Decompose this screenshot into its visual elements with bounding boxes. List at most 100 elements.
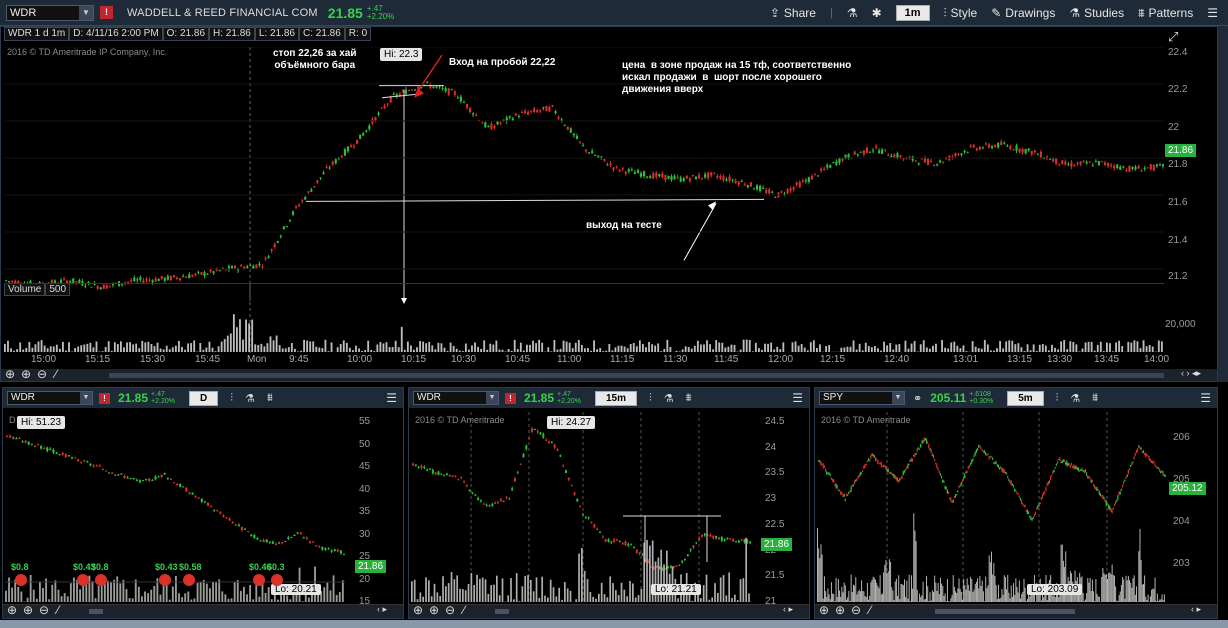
price-plot[interactable]	[4, 47, 1164, 301]
panel-symbol-input[interactable]: SPY ▼	[819, 391, 905, 405]
panel-scrollbar[interactable]	[495, 609, 509, 614]
flask-button[interactable]: ⚗	[847, 6, 858, 20]
volume-bar	[94, 598, 97, 602]
alert-icon[interactable]: !	[100, 6, 113, 19]
zoom-out-icon[interactable]: ⊖	[851, 603, 861, 617]
volume-bar	[156, 342, 159, 352]
scroll-arrows-icon[interactable]: ‹ ▸	[377, 604, 387, 615]
panel-aggregation-button[interactable]: D	[188, 390, 219, 406]
patterns-icon[interactable]: ⩩	[686, 392, 692, 405]
resize-icon[interactable]: ⤢	[1168, 29, 1178, 45]
volume-bar	[422, 596, 425, 602]
volume-bar	[35, 598, 38, 602]
zoom-in-icon[interactable]: ⊕	[23, 603, 33, 617]
panel-aggregation-button[interactable]: 5m	[1007, 390, 1044, 406]
main-scrollbar[interactable]	[109, 373, 1164, 378]
crosshair-icon[interactable]: ⊕	[7, 603, 17, 617]
zoom-out-icon[interactable]: ⊖	[39, 603, 49, 617]
menu-button[interactable]: ☰	[1207, 6, 1218, 20]
candle	[1009, 144, 1012, 151]
scroll-arrows-icon[interactable]: ‹ › ◂▸	[1181, 368, 1201, 379]
patterns-button[interactable]: ⩩ Patterns	[1138, 6, 1193, 21]
panel-symbol-input[interactable]: WDR ▼	[7, 391, 93, 405]
panel-low-marker: Lo: 21.21	[651, 584, 701, 595]
15m-chart-panel[interactable]: WDR ▼ ! 21.85 +.47 +2.20% 15m ⫶ ⚗ ⩩ ☰ 2016 ©…	[408, 387, 810, 619]
symbol-input[interactable]: WDR ▼	[6, 4, 94, 21]
event-icon[interactable]	[271, 574, 283, 586]
volume-bar	[654, 561, 657, 602]
style-icon[interactable]: ⫶	[1056, 392, 1059, 405]
event-icon[interactable]	[95, 574, 107, 586]
panel-plot[interactable]	[5, 412, 355, 602]
chevron-down-icon[interactable]: ▼	[486, 392, 498, 404]
style-icon[interactable]: ⫶	[230, 392, 233, 405]
volume-bar	[858, 343, 861, 352]
scroll-arrows-icon[interactable]: ‹ ▸	[1191, 604, 1201, 615]
volume-bar	[1117, 600, 1119, 602]
panel-alert-icon[interactable]: !	[505, 392, 516, 404]
candle	[719, 174, 722, 181]
pencil-icon[interactable]: ⁄	[57, 603, 59, 617]
studies-button[interactable]: ⚗ Studies	[1069, 6, 1124, 20]
volume-bar	[561, 599, 563, 602]
event-icon[interactable]	[15, 574, 27, 586]
aggregation-button[interactable]: 1m	[895, 5, 930, 21]
candle	[230, 264, 234, 269]
volume-bar	[578, 553, 580, 602]
volume-bar	[614, 347, 617, 352]
panel-menu-icon[interactable]: ☰	[1200, 391, 1211, 405]
crosshair-icon[interactable]: ⊕	[413, 603, 423, 617]
crosshair-icon[interactable]: ⊕	[5, 367, 15, 381]
panel-menu-icon[interactable]: ☰	[792, 391, 803, 405]
chevron-down-icon[interactable]: ▼	[892, 392, 904, 404]
event-icon[interactable]	[183, 574, 195, 586]
link-icon[interactable]: ⚭	[913, 392, 922, 405]
candle	[160, 275, 163, 280]
panel-alert-icon[interactable]: !	[99, 392, 110, 404]
panel-plot[interactable]	[817, 412, 1169, 602]
daily-chart-panel[interactable]: WDR▼ ! 21.85 +.47+2.20% D ⫶⚗⩩ ☰ D Amerit…	[2, 387, 404, 619]
zoom-in-icon[interactable]: ⊕	[835, 603, 845, 617]
pencil-icon[interactable]: ⁄	[869, 603, 871, 617]
candle	[652, 171, 655, 179]
flask-icon[interactable]: ⚗	[245, 392, 255, 405]
zoom-out-icon[interactable]: ⊖	[37, 367, 47, 381]
volume-bar	[1103, 573, 1105, 602]
panel-scrollbar[interactable]	[935, 609, 1075, 614]
event-icon[interactable]	[159, 574, 171, 586]
flask-icon[interactable]: ⚗	[1070, 392, 1080, 405]
panel-menu-icon[interactable]: ☰	[386, 391, 397, 405]
volume-bar	[128, 598, 131, 602]
scroll-arrows-icon[interactable]: ‹ ▸	[783, 604, 793, 615]
style-button[interactable]: ⫶ Style	[944, 6, 978, 21]
symbol-dropdown-icon[interactable]: ▼	[79, 5, 93, 20]
style-icon[interactable]: ⫶	[649, 392, 652, 405]
panel-plot[interactable]	[411, 412, 761, 602]
settings-button[interactable]: ✱	[872, 6, 882, 20]
patterns-icon[interactable]: ⩩	[267, 392, 273, 405]
patterns-icon[interactable]: ⩩	[1092, 392, 1098, 405]
panel-aggregation-button[interactable]: 15m	[594, 390, 637, 406]
chevron-down-icon[interactable]: ▼	[80, 392, 92, 404]
flask-icon[interactable]: ⚗	[664, 392, 674, 405]
main-chart[interactable]: WDR 1 d 1m D: 4/11/16 2:00 PM O: 21.86 H…	[0, 26, 1218, 382]
panel-scrollbar[interactable]	[89, 609, 103, 614]
panel-symbol-input[interactable]: WDR ▼	[413, 391, 499, 405]
zoom-in-icon[interactable]: ⊕	[21, 367, 31, 381]
pencil-icon[interactable]: ⁄	[55, 367, 57, 381]
panel-symbol: SPY	[823, 392, 844, 403]
zoom-in-icon[interactable]: ⊕	[429, 603, 439, 617]
pencil-icon[interactable]: ⁄	[463, 603, 465, 617]
volume-plot[interactable]	[4, 283, 1164, 353]
volume-bar	[559, 348, 562, 352]
candle	[52, 448, 55, 455]
drawings-button[interactable]: ✎ Drawings	[991, 6, 1055, 20]
volume-bar	[696, 340, 699, 352]
spy-5m-chart-panel[interactable]: SPY ▼ ⚭ 205.11 +.6108 +0.30% 5m ⫶ ⚗ ⩩ ☰ 2016…	[814, 387, 1218, 619]
event-icon[interactable]	[253, 574, 265, 586]
crosshair-icon[interactable]: ⊕	[819, 603, 829, 617]
share-button[interactable]: ⇪ Share	[770, 6, 816, 20]
event-icon[interactable]	[77, 574, 89, 586]
zoom-out-icon[interactable]: ⊖	[445, 603, 455, 617]
candle	[997, 142, 1000, 149]
